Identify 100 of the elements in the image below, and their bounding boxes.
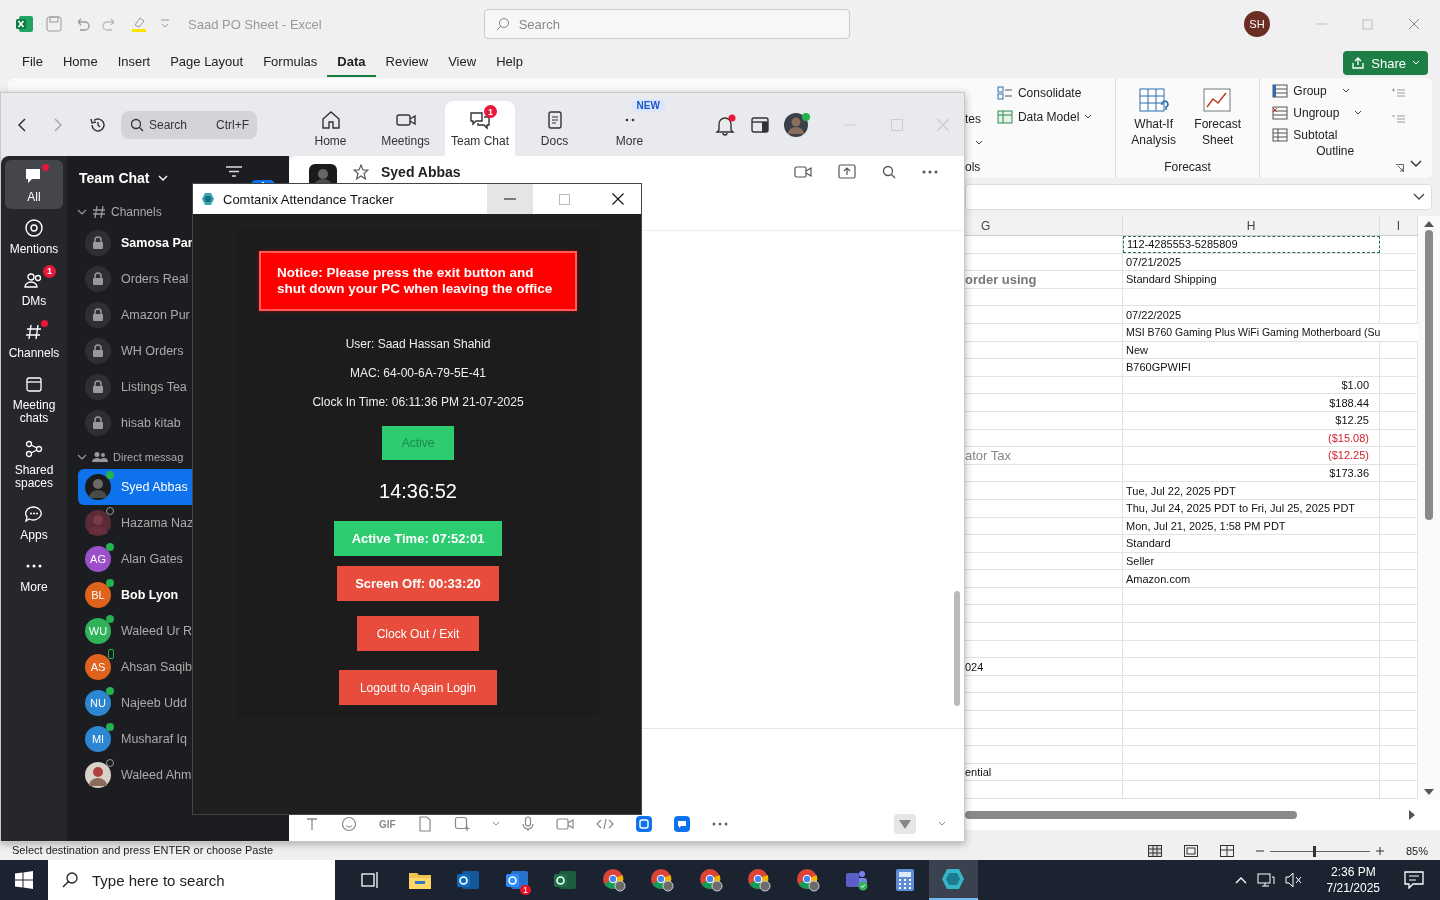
sidebar-item[interactable]: Shared spaces [5,433,63,495]
close-icon[interactable] [1408,18,1420,30]
menu-tab[interactable]: Page Layout [160,49,254,77]
section-header[interactable]: Channels [67,201,189,225]
menu-tab[interactable]: Review [375,49,439,77]
menu-tab[interactable]: File [12,49,53,77]
zoom-in-icon[interactable] [1375,847,1384,855]
ribbon-button[interactable]: Ungroup [1270,104,1400,122]
column-header[interactable]: I [1396,218,1401,233]
contact-item[interactable]: Hazama Naz [78,505,192,541]
channel-item[interactable]: Samosa Par [67,225,191,261]
microphone-icon[interactable] [521,816,534,832]
scrollbar-thumb[interactable] [1425,230,1433,520]
star-icon[interactable] [353,164,369,180]
sidebar-item[interactable]: Channels [5,316,63,365]
search-field[interactable]: Search [483,9,850,39]
channel-item[interactable]: Listings Tea [67,369,191,405]
video-call-icon[interactable] [794,165,812,179]
notifications-icon[interactable] [1404,871,1424,889]
history-icon[interactable] [89,115,107,134]
code-icon[interactable] [595,817,614,831]
normal-view-icon[interactable] [1147,845,1162,857]
network-icon[interactable] [1256,872,1275,888]
column-header[interactable]: H [1246,218,1256,233]
sidebar-item[interactable]: 1 DMs [5,264,63,313]
menu-tab[interactable]: Home [52,49,108,77]
file-icon[interactable] [417,816,432,832]
ribbon-button[interactable]: Consolidate [994,84,1105,102]
menu-tab[interactable]: Data [327,49,376,77]
nav-tab[interactable]: 1 Team Chat [445,101,515,156]
sidebar-item[interactable]: All [5,160,63,209]
scroll-right-icon[interactable] [1408,810,1416,820]
contact-item[interactable]: BL Bob Lyon [78,577,192,613]
nav-tab[interactable]: NEW More [592,101,667,156]
channel-item[interactable]: Orders Real [67,261,191,297]
send-icon[interactable] [894,814,916,834]
section-header[interactable]: Direct messag [67,441,189,469]
ribbon-button[interactable]: Subtotal [1270,126,1400,144]
zoom-slider-thumb[interactable] [1312,845,1316,857]
video-clip-icon[interactable] [555,817,574,831]
contact-item[interactable]: Waleed Ahm [78,757,192,793]
nav-tab[interactable]: Docs [517,101,592,156]
share-screen-icon[interactable] [838,164,856,180]
calendar-icon[interactable] [750,114,770,135]
user-avatar[interactable]: SH [1244,11,1270,37]
page-break-icon[interactable] [1219,845,1234,857]
caret-icon[interactable] [975,140,983,146]
more-icon[interactable] [711,822,728,826]
expand-icon[interactable] [1413,193,1425,201]
channel-item[interactable]: hisab kitab [67,405,191,441]
scroll-down-icon[interactable] [1424,788,1434,796]
emoji-icon[interactable] [341,816,357,832]
share-button[interactable]: Share [1343,51,1428,75]
ribbon-label[interactable]: tes [965,112,981,126]
screenshot-icon[interactable] [453,816,470,832]
ribbon-button[interactable]: Forecast Sheet [1189,82,1246,160]
taskbar-button[interactable]: 1 [492,860,541,900]
menu-tab[interactable]: Help [486,49,533,77]
channel-item[interactable]: Amazon Pur [67,297,191,333]
action-button[interactable]: Clock Out / Exit [357,616,479,651]
show-hidden-icons-icon[interactable] [1234,876,1247,884]
selected-cell[interactable]: 112-4285553-5285809 [1123,236,1380,253]
scroll-up-icon[interactable] [1424,220,1434,228]
contact-item[interactable]: WU Waleed Ur R [78,613,192,649]
contact-item[interactable]: MI Musharaf Iq [78,721,192,757]
app-icon[interactable] [635,816,652,832]
clock-date[interactable]: 7/21/2025 [1326,880,1380,896]
dialog-launcher-icon[interactable] [1396,164,1404,172]
message-app-icon[interactable] [673,816,690,832]
filter-icon[interactable] [225,166,243,177]
page-layout-icon[interactable] [1183,845,1198,857]
menu-tab[interactable]: Formulas [253,49,328,77]
contact-item[interactable]: AG Alan Gates [78,541,192,577]
taskbar-search-field[interactable]: Type here to search [48,860,335,900]
ribbon-button[interactable]: Data Model [994,108,1105,126]
sidebar-item[interactable]: Mentions [5,212,63,261]
scrollbar-thumb[interactable] [954,591,960,706]
more-icon[interactable] [922,170,938,174]
bell-icon[interactable] [714,113,736,136]
muted-speaker-icon[interactable] [1284,872,1303,888]
back-icon[interactable] [17,117,27,132]
contact-item[interactable]: NU Najeeb Udd [78,685,192,721]
ribbon-button[interactable]: Group [1270,82,1400,100]
panel-title[interactable]: Team Chat [79,169,150,186]
zoom-level[interactable]: 85% [1405,845,1428,857]
gif-button[interactable]: GIF [379,818,396,830]
menu-tab[interactable]: View [438,49,487,77]
sidebar-item[interactable]: Apps [5,498,63,547]
scrollbar-thumb[interactable] [965,811,1297,819]
ribbon-button[interactable]: What-If Analysis [1125,82,1182,160]
sidebar-item[interactable]: Meeting chats [5,368,63,430]
nav-tab[interactable]: Home [293,101,368,156]
contact-item[interactable]: Syed Abbas [78,469,192,505]
channel-item[interactable]: WH Orders [67,333,191,369]
nav-tab[interactable]: Meetings [368,101,443,156]
menu-tab[interactable]: Insert [107,49,161,77]
action-button[interactable]: Logout to Again Login [339,670,497,705]
profile-avatar-icon[interactable] [784,111,812,138]
column-header[interactable]: G [981,218,991,233]
collapse-ribbon-icon[interactable] [1410,160,1422,168]
